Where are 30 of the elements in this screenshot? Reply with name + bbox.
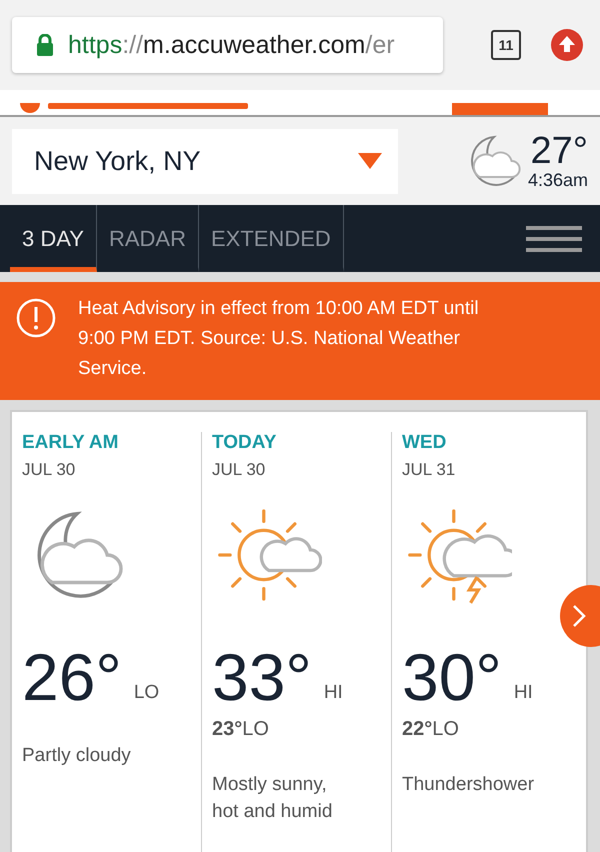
menu-icon[interactable] xyxy=(526,224,582,254)
dropdown-caret-icon xyxy=(358,153,382,169)
url-text: https://m.accuweather.com/er xyxy=(68,30,395,60)
weather-description: Partly cloudy xyxy=(22,744,132,768)
lock-icon xyxy=(36,34,54,56)
temperature: 33° xyxy=(212,644,312,710)
address-bar[interactable]: https://m.accuweather.com/er xyxy=(12,17,443,73)
low-temperature: 23°LO xyxy=(212,718,270,741)
day-date: JUL 30 xyxy=(212,460,266,480)
current-time: 4:36am xyxy=(528,170,588,190)
low-temperature: 22°LO xyxy=(402,718,460,741)
temperature-kind: HI xyxy=(324,682,343,704)
temperature-kind: HI xyxy=(514,682,533,704)
alert-text: Heat Advisory in effect from 10:00 AM EDT until 9:00 PM EDT. Source: U.S. National Weather Service. xyxy=(78,297,480,381)
temperature: 26° xyxy=(22,644,122,710)
day-date: JUL 31 xyxy=(402,460,456,480)
day-label: TODAY xyxy=(212,432,278,454)
weather-description: Thundershower xyxy=(402,773,536,797)
chevron-right-icon xyxy=(572,604,586,628)
day-label: WED xyxy=(402,432,448,454)
alert-icon xyxy=(16,298,56,338)
tab-count[interactable]: 11 xyxy=(491,30,521,60)
location-select[interactable]: New York, NY xyxy=(12,128,398,194)
day-label: EARLY AM xyxy=(22,432,120,454)
temperature: 30° xyxy=(402,644,502,710)
weather-description: Mostly sunny, hot and humid xyxy=(212,773,334,824)
temperature-kind: LO xyxy=(134,682,160,704)
day-date: JUL 30 xyxy=(22,460,76,480)
upload-icon[interactable] xyxy=(551,29,583,61)
current-temperature: 27° xyxy=(530,132,588,170)
